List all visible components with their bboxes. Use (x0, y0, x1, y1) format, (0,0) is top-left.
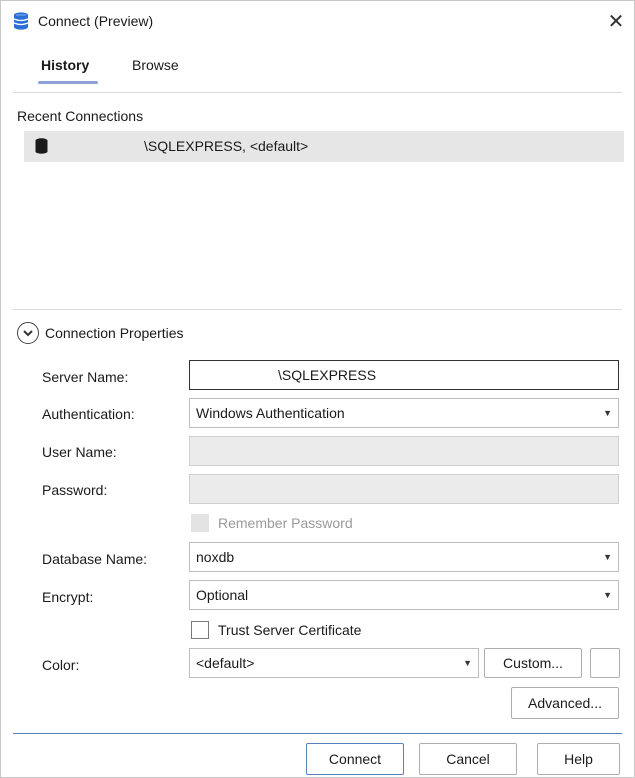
recent-connections-panel (13, 93, 622, 308)
trust-server-certificate-checkbox[interactable] (191, 621, 209, 639)
close-button[interactable]: ✕ (602, 7, 630, 35)
tab-history[interactable]: History (41, 57, 89, 73)
database-stack-icon (13, 12, 29, 30)
footer-divider (13, 733, 622, 734)
recent-connection-label: \SQLEXPRESS, <default> (144, 138, 309, 154)
cancel-label: Cancel (446, 751, 490, 767)
database-name-value: noxdb (196, 549, 235, 565)
encrypt-label: Encrypt: (42, 589, 94, 605)
dropdown-arrow-icon: ▼ (463, 658, 472, 668)
dropdown-arrow-icon: ▼ (603, 552, 612, 562)
authentication-label: Authentication: (42, 406, 135, 422)
close-icon: ✕ (607, 10, 625, 33)
database-icon (35, 138, 48, 154)
encrypt-select[interactable]: Optional ▼ (189, 580, 619, 610)
authentication-value: Windows Authentication (196, 405, 345, 421)
recent-connection-item[interactable]: \SQLEXPRESS, <default> (24, 131, 624, 162)
connect-label: Connect (328, 751, 382, 767)
advanced-button[interactable]: Advanced... (511, 687, 619, 719)
server-name-input[interactable]: \SQLEXPRESS (189, 360, 619, 390)
collapse-toggle[interactable] (17, 322, 39, 344)
chevron-down-icon (23, 329, 33, 336)
color-select[interactable]: <default> ▼ (189, 648, 479, 678)
dropdown-arrow-icon: ▼ (603, 408, 612, 418)
connection-properties-title: Connection Properties (45, 325, 184, 341)
trust-server-certificate-label: Trust Server Certificate (218, 622, 362, 638)
password-label: Password: (42, 482, 108, 498)
tab-selected-indicator (38, 81, 98, 84)
encrypt-value: Optional (196, 587, 249, 603)
advanced-label: Advanced... (528, 695, 602, 711)
help-label: Help (564, 751, 593, 767)
connect-dialog: Connect (Preview) ✕ History Browse Recen… (0, 0, 635, 778)
window-title: Connect (Preview) (38, 13, 154, 29)
user-name-input[interactable] (189, 436, 619, 466)
recent-connections-header: Recent Connections (17, 108, 144, 124)
database-name-select[interactable]: noxdb ▼ (189, 542, 619, 572)
server-name-value: \SQLEXPRESS (278, 367, 377, 383)
password-input[interactable] (189, 474, 619, 504)
tab-browse[interactable]: Browse (132, 57, 179, 73)
database-name-label: Database Name: (42, 551, 148, 567)
help-button[interactable]: Help (537, 743, 620, 775)
section-divider (13, 309, 622, 310)
connect-button[interactable]: Connect (306, 743, 404, 775)
cancel-button[interactable]: Cancel (419, 743, 517, 775)
dropdown-arrow-icon: ▼ (603, 590, 612, 600)
tab-strip: History Browse (1, 41, 634, 93)
custom-color-button[interactable]: Custom... (484, 648, 582, 678)
server-name-label: Server Name: (42, 369, 129, 385)
custom-color-label: Custom... (503, 655, 563, 671)
color-value: <default> (196, 655, 255, 671)
authentication-select[interactable]: Windows Authentication ▼ (189, 398, 619, 428)
color-label: Color: (42, 657, 80, 673)
color-swatch[interactable] (590, 648, 620, 678)
user-name-label: User Name: (42, 444, 117, 460)
remember-password-checkbox[interactable] (191, 514, 209, 532)
title-bar: Connect (Preview) ✕ (1, 1, 634, 41)
remember-password-label: Remember Password (218, 515, 353, 531)
